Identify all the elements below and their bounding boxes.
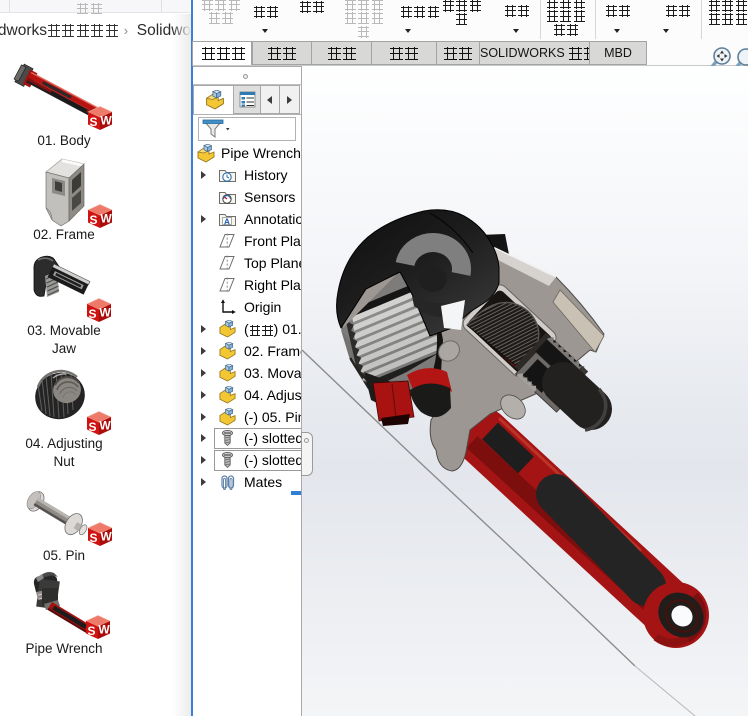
svg-text:A: A — [224, 216, 230, 226]
